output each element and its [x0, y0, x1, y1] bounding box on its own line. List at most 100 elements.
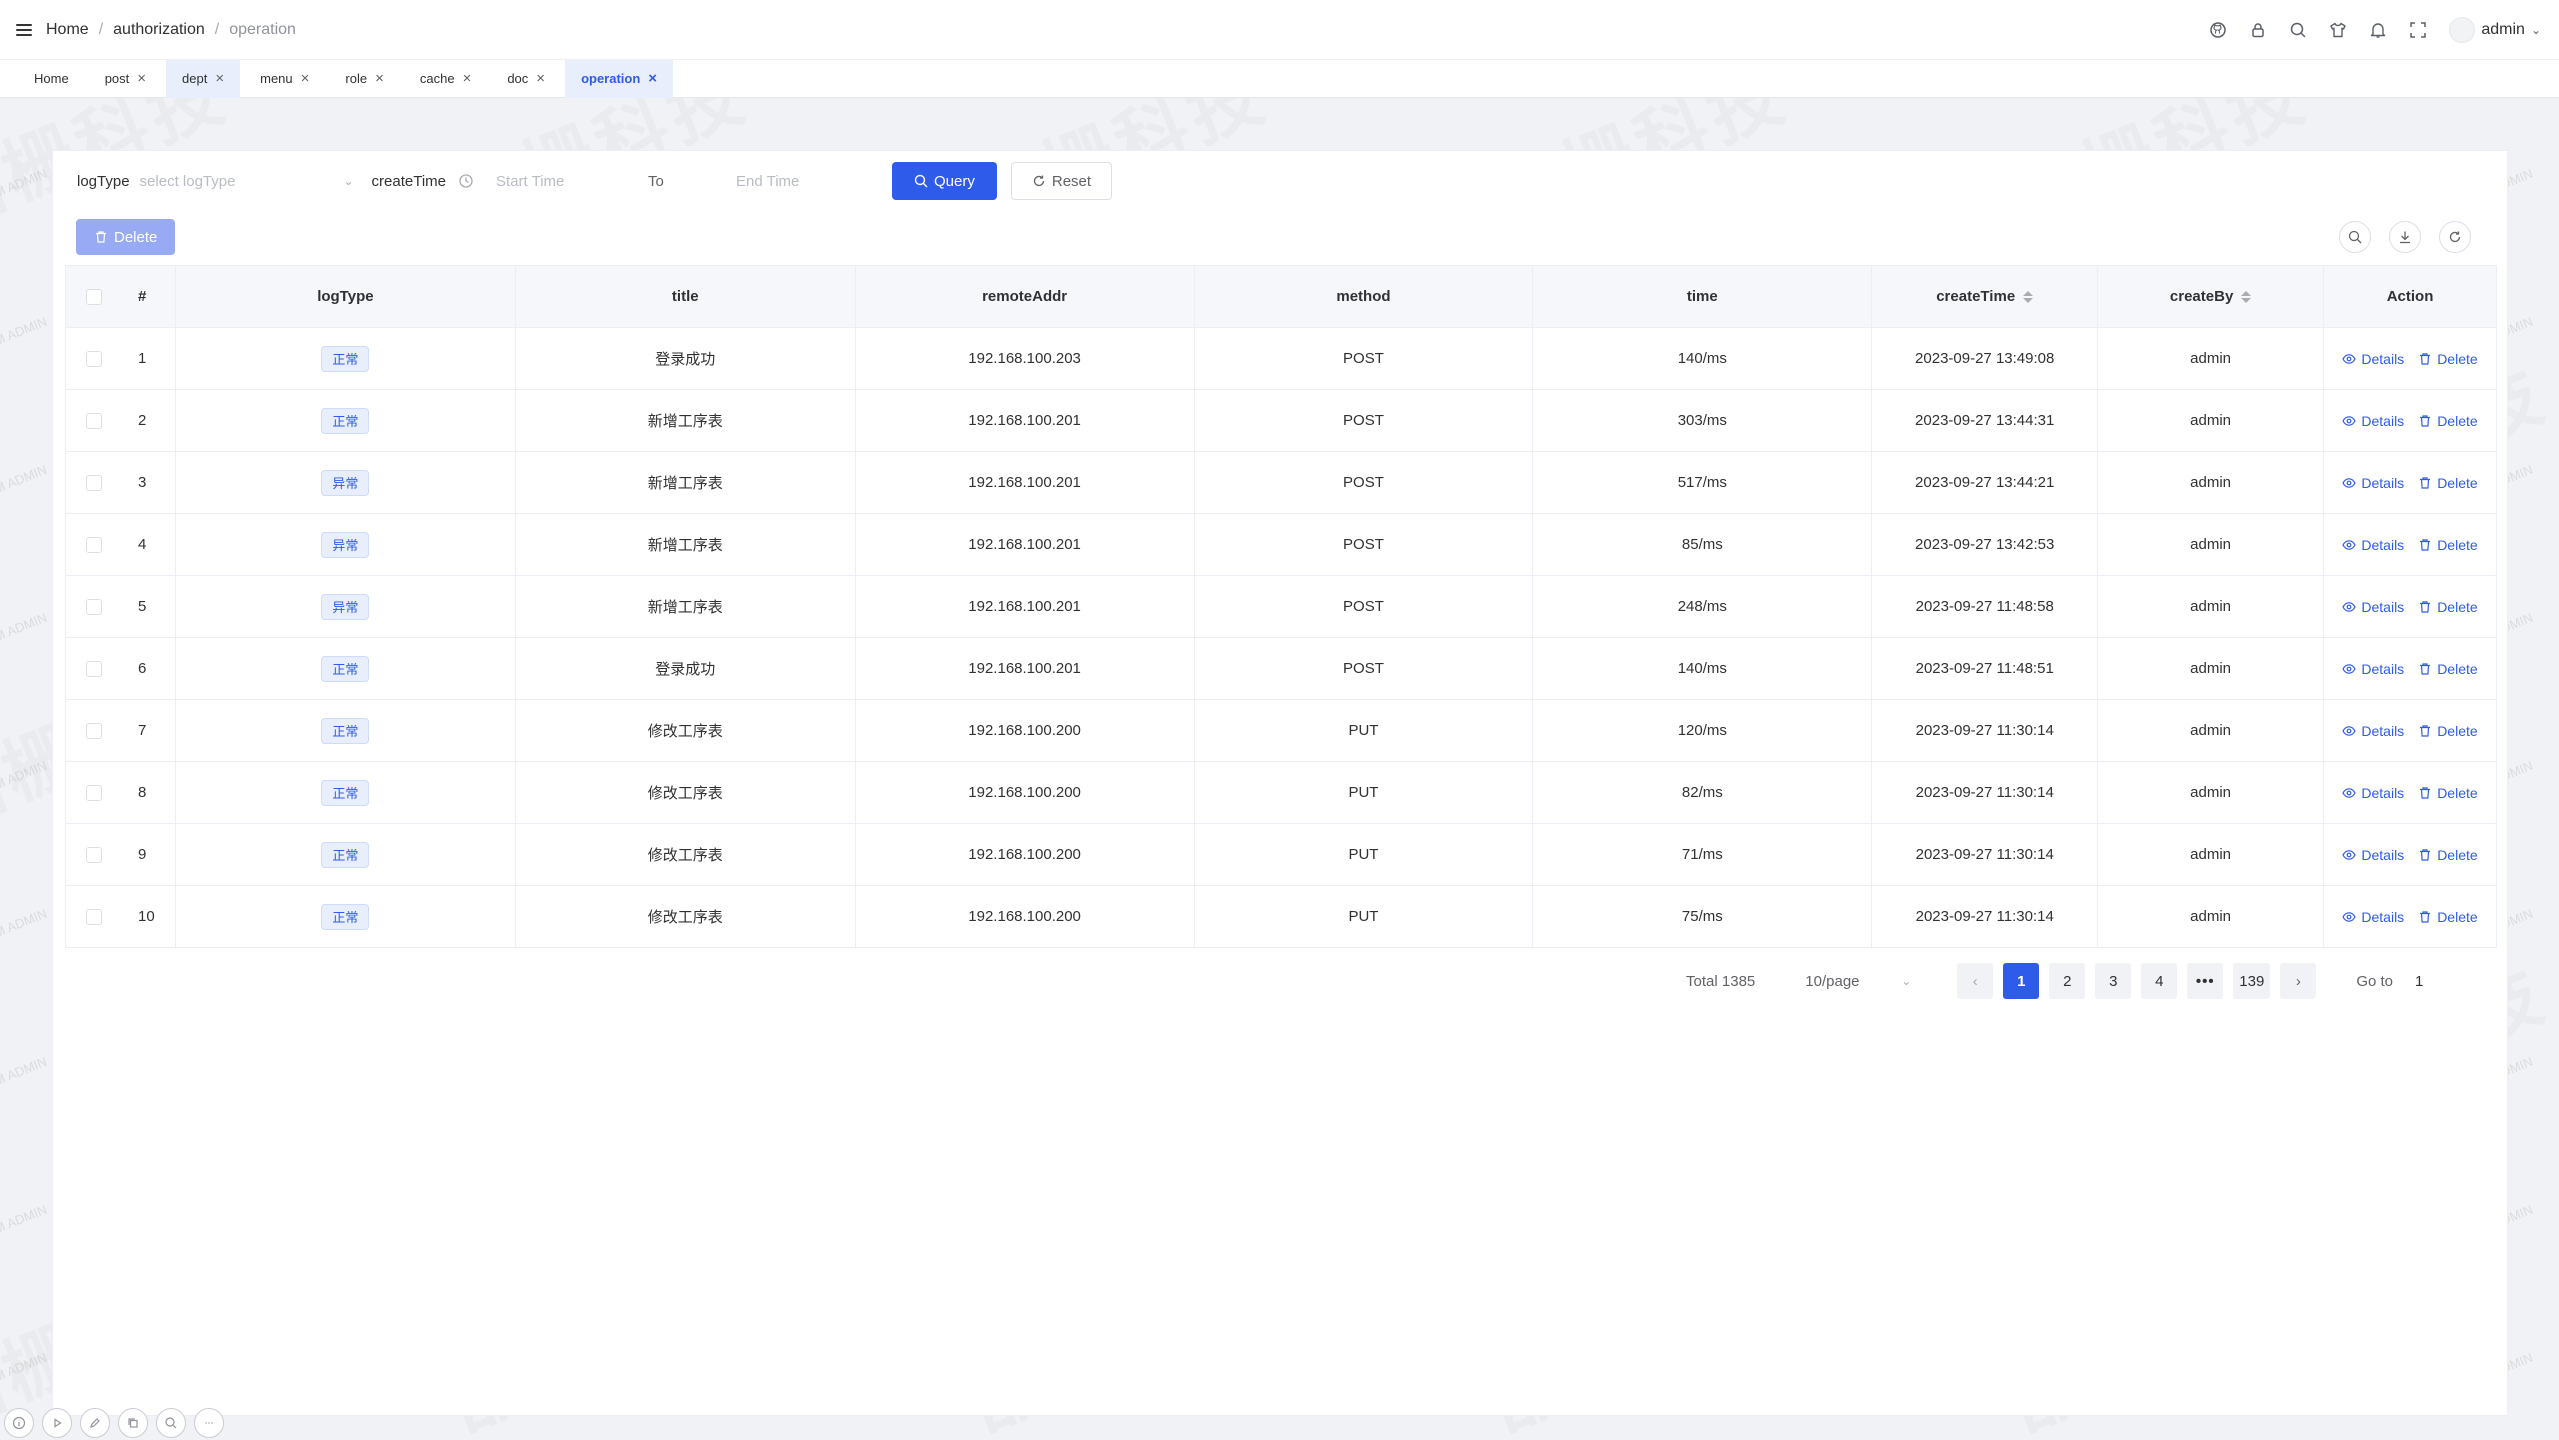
tab-post[interactable]: post × [89, 60, 162, 98]
search-icon[interactable] [2289, 21, 2307, 39]
logtype-select[interactable]: select logType ⌄ [140, 165, 360, 197]
details-button[interactable]: Details [2342, 785, 2404, 801]
tab-cache[interactable]: cache × [404, 60, 487, 98]
batch-delete-button[interactable]: Delete [76, 219, 176, 255]
delete-label: Delete [2437, 908, 2478, 925]
details-button[interactable]: Details [2342, 847, 2404, 863]
lock-icon[interactable] [2249, 21, 2267, 39]
cell-time: 303/ms [1533, 390, 1873, 452]
row-checkbox[interactable] [86, 784, 102, 801]
user-menu[interactable]: admin ⌄ [2449, 17, 2541, 43]
sort-icon[interactable] [2241, 290, 2252, 303]
delete-row-button[interactable]: Delete [2418, 537, 2478, 553]
row-checkbox[interactable] [86, 350, 102, 367]
chevron-left-icon: ‹ [1972, 972, 1978, 990]
toggle-search-button[interactable] [2339, 221, 2371, 253]
tab-operation[interactable]: operation × [565, 59, 674, 98]
select-all-checkbox[interactable] [86, 288, 102, 305]
details-button[interactable]: Details [2342, 351, 2404, 367]
more-icon[interactable] [194, 1408, 224, 1438]
delete-label: Delete [2437, 660, 2478, 677]
close-icon[interactable]: × [137, 71, 146, 86]
fullscreen-icon[interactable] [2409, 21, 2427, 39]
row-checkbox[interactable] [86, 536, 102, 553]
delete-row-button[interactable]: Delete [2418, 908, 2478, 925]
menu-toggle-icon[interactable] [16, 23, 32, 36]
row-checkbox[interactable] [86, 598, 102, 615]
details-button[interactable]: Details [2342, 661, 2404, 677]
row-checkbox[interactable] [86, 908, 102, 925]
header-createtime[interactable]: createTime [1872, 266, 2099, 328]
cell-title: 新增工序表 [515, 576, 856, 638]
createtime-range-picker[interactable]: Start Time To End Time [458, 165, 886, 197]
header-createby[interactable]: createBy [2098, 266, 2325, 328]
reset-button[interactable]: Reset [1010, 162, 1113, 200]
play-icon[interactable] [42, 1408, 72, 1438]
refresh-button[interactable] [2439, 221, 2471, 253]
delete-row-button[interactable]: Delete [2418, 660, 2478, 677]
delete-row-button[interactable]: Delete [2418, 847, 2478, 863]
row-checkbox[interactable] [86, 412, 102, 429]
cell-action: Details Delete [2324, 576, 2497, 638]
goto-page-input[interactable] [2415, 965, 2461, 997]
close-icon[interactable]: × [375, 71, 384, 86]
watermark-text: CIM ADMIN [0, 1349, 49, 1390]
trash-icon [2418, 352, 2432, 366]
tab-doc[interactable]: doc × [491, 60, 561, 98]
details-button[interactable]: Details [2342, 475, 2404, 491]
sort-icon[interactable] [2023, 290, 2034, 303]
theme-icon[interactable] [2329, 21, 2347, 39]
top-header: Home / authorization / operation admin ⌄ [0, 0, 2559, 60]
details-button[interactable]: Details [2342, 413, 2404, 429]
page-1-button[interactable]: 1 [2003, 963, 2040, 999]
delete-label: Delete [2437, 412, 2478, 429]
page-size-select[interactable]: 10/page ⌄ [1805, 965, 1917, 997]
delete-row-button[interactable]: Delete [2418, 475, 2478, 491]
delete-row-button[interactable]: Delete [2418, 785, 2478, 801]
details-label: Details [2361, 412, 2405, 429]
github-icon[interactable] [2209, 21, 2227, 39]
close-icon[interactable]: × [536, 71, 545, 86]
row-checkbox[interactable] [86, 722, 102, 739]
tab-dept[interactable]: dept × [166, 59, 241, 98]
close-icon[interactable]: × [215, 71, 224, 86]
table-row: 4 异常 新增工序表 192.168.100.201 POST 85/ms 2023-09-… [66, 514, 2497, 576]
page-2-button[interactable]: 2 [2049, 963, 2086, 999]
query-button[interactable]: Query [892, 162, 997, 200]
breadcrumb-authorization[interactable]: authorization [113, 21, 205, 39]
tab-role[interactable]: role × [329, 60, 399, 98]
copy-icon[interactable] [118, 1408, 148, 1438]
details-button[interactable]: Details [2342, 599, 2404, 615]
tab-menu[interactable]: menu × [244, 60, 325, 98]
bell-icon[interactable] [2369, 21, 2387, 39]
export-button[interactable] [2389, 221, 2421, 253]
info-icon[interactable] [4, 1408, 34, 1438]
close-icon[interactable]: × [648, 71, 657, 86]
breadcrumb-home[interactable]: Home [46, 21, 89, 39]
table-row: 1 正常 登录成功 192.168.100.203 POST 140/ms 2023-09-… [66, 328, 2497, 390]
end-time-input[interactable]: End Time [736, 173, 886, 190]
delete-row-button[interactable]: Delete [2418, 599, 2478, 615]
row-checkbox[interactable] [86, 846, 102, 863]
page-3-button[interactable]: 3 [2095, 963, 2132, 999]
row-checkbox[interactable] [86, 660, 102, 677]
delete-row-button[interactable]: Delete [2418, 351, 2478, 367]
start-time-input[interactable]: Start Time [496, 173, 636, 190]
delete-row-button[interactable]: Delete [2418, 723, 2478, 739]
page-last-button[interactable]: 139 [2233, 963, 2271, 999]
row-checkbox[interactable] [86, 474, 102, 491]
delete-row-button[interactable]: Delete [2418, 412, 2478, 429]
details-button[interactable]: Details [2342, 723, 2404, 739]
pen-icon[interactable] [80, 1408, 110, 1438]
row-index: 5 [138, 598, 147, 615]
tab-home[interactable]: Home [18, 60, 85, 98]
next-page-button[interactable]: › [2280, 963, 2317, 999]
prev-page-button[interactable]: ‹ [1957, 963, 1994, 999]
page-4-button[interactable]: 4 [2141, 963, 2178, 999]
close-icon[interactable]: × [463, 71, 472, 86]
more-pages-button[interactable]: ••• [2187, 963, 2224, 999]
zoom-icon[interactable] [156, 1408, 186, 1438]
close-icon[interactable]: × [301, 71, 310, 86]
details-button[interactable]: Details [2342, 909, 2404, 925]
details-button[interactable]: Details [2342, 537, 2404, 553]
